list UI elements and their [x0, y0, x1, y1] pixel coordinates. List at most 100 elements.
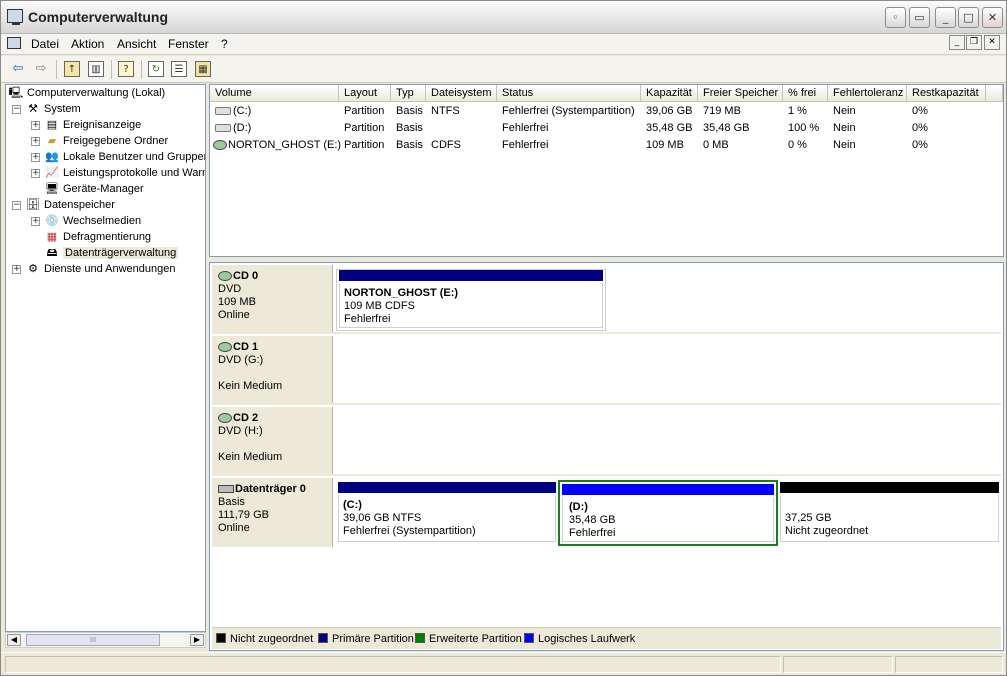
disk-row-divider [212, 474, 1001, 476]
tree-item-storage[interactable]: 🗄 Datenspeicher [25, 197, 115, 213]
partition-legend: Nicht zugeordnet Primäre Partition Erwei… [212, 627, 1001, 649]
table-row[interactable]: (D:) Partition Basis Fehlerfrei 35,48 GB… [210, 120, 1003, 136]
filesystem-cell: CDFS [431, 139, 461, 151]
services-icon: ⚙ [28, 263, 38, 276]
tree-item-performance-logs[interactable]: 📈Leistungsprotokolle und Warnungen [44, 165, 205, 181]
scroll-left-icon[interactable]: ◀ [7, 634, 21, 646]
forward-arrow-icon[interactable]: ⇨ [32, 60, 50, 78]
col-header-capacity[interactable]: Kapazität [641, 85, 698, 102]
unallocated-space[interactable]: 37,25 GB Nicht zugeordnet [778, 482, 1001, 544]
tree-horizontal-scrollbar[interactable]: ◀ III ▶ [5, 632, 206, 648]
tree-item-root[interactable]: 🖳 Computerverwaltung (Lokal) [8, 85, 166, 101]
tree-item-event-viewer[interactable]: ▤ Ereignisanzeige [44, 117, 141, 133]
col-header-layout[interactable]: Layout [339, 85, 391, 102]
document-icon[interactable] [7, 37, 21, 49]
tree-item-shared-folders[interactable]: ▰ Freigegebene Ordner [44, 133, 168, 149]
menu-aktion[interactable]: Aktion [71, 37, 104, 51]
capacity-cell: 109 MB [646, 139, 684, 151]
refresh-icon[interactable]: ↻ [148, 61, 164, 77]
expand-icon[interactable]: + [31, 217, 40, 226]
device-manager-icon: 🖥 [45, 183, 59, 196]
fault-tolerance-cell: Nein [833, 105, 856, 117]
child-restore-button[interactable]: ❐ [966, 35, 982, 50]
col-header-overhead[interactable]: Restkapazität [907, 85, 986, 102]
capacity-cell: 39,06 GB [646, 105, 693, 117]
overhead-cell: 0% [912, 122, 928, 134]
type-cell: Basis [396, 122, 423, 134]
collapse-icon[interactable]: − [12, 105, 21, 114]
expand-icon[interactable]: + [31, 137, 40, 146]
disk-row-cd0[interactable]: CD 0 DVD 109 MB Online NORTON_GHOST (E:)… [212, 265, 1001, 334]
free-space-cell: 0 MB [703, 139, 729, 151]
child-close-button[interactable]: ✕ [984, 35, 1000, 50]
special-button-2[interactable]: ▭ [909, 7, 930, 28]
partition-cd-e[interactable]: NORTON_GHOST (E:) 109 MB CDFS Fehlerfrei [336, 269, 606, 331]
cd-drive-icon [213, 140, 227, 151]
tree-item-removable-storage[interactable]: 💿 Wechselmedien [44, 213, 141, 229]
volume-list[interactable]: Volume Layout Typ Dateisystem Status Kap… [209, 84, 1004, 257]
child-minimize-button[interactable]: _ [949, 35, 965, 50]
col-header-fault-tolerance[interactable]: Fehlertoleranz [828, 85, 907, 102]
col-header-free-space[interactable]: Freier Speicher [698, 85, 783, 102]
tree-item-disk-management[interactable]: 🖴 Datenträgerverwaltung [44, 245, 179, 261]
menu-help[interactable]: ? [221, 37, 228, 51]
removable-storage-icon: 💿 [45, 215, 59, 228]
volume-cell: NORTON_GHOST (E:) [210, 137, 341, 153]
logical-drive-bar [562, 484, 774, 495]
minimize-button[interactable]: _ [935, 7, 956, 28]
disk-label-cd1[interactable]: CD 1 DVD (G:) Kein Medium [212, 336, 333, 405]
expand-icon[interactable]: + [12, 265, 21, 274]
tree-item-device-manager[interactable]: 🖥 Geräte-Manager [44, 181, 144, 197]
disk-label-disk0[interactable]: Datenträger 0 Basis 111,79 GB Online [212, 478, 333, 547]
tree-item-services[interactable]: ⚙ Dienste und Anwendungen [25, 261, 175, 277]
collapse-icon[interactable]: − [12, 201, 21, 210]
menu-ansicht[interactable]: Ansicht [117, 37, 156, 51]
disk-graphical-view[interactable]: CD 0 DVD 109 MB Online NORTON_GHOST (E:)… [209, 262, 1004, 651]
col-header-filesystem[interactable]: Dateisystem [426, 85, 497, 102]
tree-item-system[interactable]: ⚒ System [25, 101, 81, 117]
properties-icon[interactable]: ☰ [171, 61, 187, 77]
disk-label-cd2[interactable]: CD 2 DVD (H:) Kein Medium [212, 407, 333, 476]
partition-c[interactable]: (C:) 39,06 GB NTFS Fehlerfrei (Systempar… [336, 482, 558, 544]
fault-tolerance-cell: Nein [833, 139, 856, 151]
maximize-button[interactable]: □ [958, 7, 979, 28]
status-cell: Fehlerfrei [502, 122, 549, 134]
partition-info: 37,25 GB Nicht zugeordnet [780, 495, 999, 542]
toolbar: ⇦ ⇨ ↑ ▥ ? ↻ ☰ ▦ [1, 56, 1006, 83]
col-header-percent-free[interactable]: % frei [783, 85, 828, 102]
scroll-thumb[interactable]: III [26, 634, 160, 646]
table-row[interactable]: (C:) Partition Basis NTFS Fehlerfrei (Sy… [210, 103, 1003, 119]
disk-row-cd2[interactable]: CD 2 DVD (H:) Kein Medium [212, 407, 1001, 476]
disk-row-divider [212, 332, 1001, 334]
disk-row-cd1[interactable]: CD 1 DVD (G:) Kein Medium [212, 336, 1001, 405]
defrag-icon: ▦ [46, 231, 58, 244]
up-folder-icon[interactable]: ↑ [64, 61, 80, 77]
disk-label-cd0[interactable]: CD 0 DVD 109 MB Online [212, 265, 333, 334]
menu-fenster[interactable]: Fenster [168, 37, 209, 51]
col-header-status[interactable]: Status [497, 85, 641, 102]
col-header-type[interactable]: Typ [391, 85, 426, 102]
shared-folder-icon: ▰ [47, 135, 57, 148]
show-tree-icon[interactable]: ▥ [88, 61, 104, 77]
details-pane: Volume Layout Typ Dateisystem Status Kap… [209, 84, 1004, 651]
special-button-1[interactable]: ◦ [885, 7, 906, 28]
expand-icon[interactable]: + [31, 153, 40, 162]
col-header-filler [986, 85, 1003, 102]
menu-datei[interactable]: Datei [31, 37, 59, 51]
expand-icon[interactable]: + [31, 169, 40, 178]
tree-item-defragmentation[interactable]: ▦ Defragmentierung [44, 229, 151, 245]
col-header-volume[interactable]: Volume [210, 85, 339, 102]
title-bar[interactable]: Computerverwaltung ◦ ▭ _ □ ✕ [1, 1, 1006, 34]
tree-item-local-users[interactable]: 👥 Lokale Benutzer und Gruppen [44, 149, 205, 165]
export-icon[interactable]: ▦ [195, 61, 211, 77]
table-row[interactable]: NORTON_GHOST (E:) Partition Basis CDFS F… [210, 137, 1003, 153]
scroll-right-icon[interactable]: ▶ [190, 634, 204, 646]
navigation-tree[interactable]: 🖳 Computerverwaltung (Lokal) − ⚒ System + … [5, 84, 206, 632]
close-button[interactable]: ✕ [982, 7, 1003, 28]
disk-row-disk0[interactable]: Datenträger 0 Basis 111,79 GB Online (C:… [212, 478, 1001, 547]
menu-bar: Datei Aktion Ansicht Fenster ? _ ❐ ✕ [1, 34, 1006, 55]
back-arrow-icon[interactable]: ⇦ [9, 60, 27, 78]
expand-icon[interactable]: + [31, 121, 40, 130]
partition-d[interactable]: (D:) 35,48 GB Fehlerfrei [558, 480, 778, 546]
help-icon[interactable]: ? [118, 61, 134, 77]
